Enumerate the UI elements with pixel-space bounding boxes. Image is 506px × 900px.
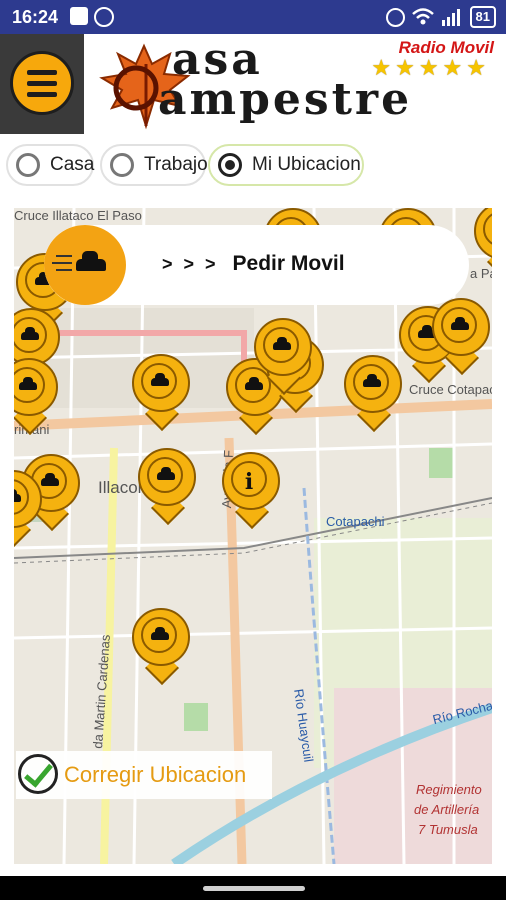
radio-trabajo[interactable] — [110, 153, 134, 177]
accessibility-icon — [94, 7, 114, 27]
taxi-pin[interactable] — [344, 355, 402, 432]
alarm-icon — [385, 7, 405, 27]
battery-icon: 81 — [469, 6, 496, 28]
taxi-pin[interactable] — [432, 298, 490, 375]
signal-icon — [441, 9, 460, 26]
home-gesture-handle[interactable] — [203, 886, 305, 891]
status-system-icons: 81 — [385, 6, 496, 28]
radio-mi-ubicacion[interactable] — [218, 153, 242, 177]
taxi-pin[interactable] — [14, 358, 58, 435]
option-casa[interactable]: Casa — [6, 144, 94, 186]
logo-stars: ★★★★★ — [371, 55, 490, 80]
wifi-icon — [411, 8, 434, 25]
status-time: 16:24 — [12, 7, 59, 27]
taxi-icon — [273, 337, 291, 350]
pedir-arrows: > > > — [162, 254, 219, 274]
location-options: Casa Trabajo Mi Ubicacion — [0, 134, 506, 204]
radio-casa[interactable] — [16, 153, 40, 177]
taxi-icon — [21, 327, 39, 340]
taxi-pin[interactable] — [132, 354, 190, 431]
pedir-movil-button[interactable]: > > > Pedir Movil — [44, 225, 469, 305]
option-mi-ubicacion[interactable]: Mi Ubicacion — [208, 144, 364, 186]
option-trabajo[interactable]: Trabajo — [100, 144, 208, 186]
map-margin-right — [492, 208, 506, 876]
taxi-icon — [41, 473, 59, 486]
menu-button[interactable] — [10, 51, 74, 115]
navigation-bar — [0, 876, 506, 900]
pedir-text: Pedir Movil — [232, 252, 345, 275]
app-icon — [70, 7, 88, 25]
taxi-icon — [151, 373, 169, 386]
map-view[interactable]: Cruce Illataco El Paso Cruce Cotapachi I… — [14, 208, 492, 864]
taxi-pin[interactable] — [474, 208, 492, 279]
map-label-cruce-cotapachi: Cruce Cotapachi — [409, 382, 492, 397]
taxi-speed-icon — [44, 225, 126, 305]
status-bar: 16:24 81 — [0, 0, 506, 34]
status-notification-icons — [70, 7, 114, 27]
taxi-pin[interactable] — [138, 448, 196, 525]
taxi-icon — [451, 317, 469, 330]
app-header: asa ampestre Radio Movil ★★★★★ — [0, 34, 506, 134]
taxi-icon — [19, 377, 37, 390]
map-label-regimiento-2: de Artillería — [414, 802, 480, 817]
info-icon: i — [244, 469, 254, 495]
map-label-cruce-illataco: Cruce Illataco El Paso — [14, 208, 142, 223]
taxi-icon — [157, 467, 175, 480]
map-label-regimiento-1: Regimiento — [416, 782, 482, 797]
option-mi-ubicacion-label: Mi Ubicacion — [252, 154, 361, 175]
option-casa-label: Casa — [50, 154, 95, 175]
corregir-ubicacion-label: Corregir Ubicacion — [64, 762, 247, 787]
map-label-cotapachi: Cotapachi — [326, 514, 385, 529]
taxi-icon — [363, 374, 381, 387]
taxi-pin[interactable] — [132, 608, 190, 685]
check-icon — [18, 754, 58, 794]
casa-campestre-logo: asa ampestre Radio Movil ★★★★★ — [84, 34, 506, 134]
taxi-pin[interactable] — [14, 470, 42, 547]
taxi-icon — [151, 627, 169, 640]
option-trabajo-label: Trabajo — [144, 154, 208, 175]
map-margin-left — [0, 208, 14, 876]
taxi-pin[interactable] — [254, 318, 312, 395]
logo-title: asa ampestre — [158, 34, 413, 125]
info-pin[interactable]: i — [222, 452, 280, 529]
corregir-ubicacion-button[interactable]: Corregir Ubicacion — [16, 751, 272, 799]
pedir-movil-label: > > > Pedir Movil — [162, 252, 345, 276]
taxi-icon — [14, 489, 21, 502]
map-label-regimiento-3: 7 Tumusla — [418, 822, 478, 837]
menu-column — [0, 34, 84, 134]
